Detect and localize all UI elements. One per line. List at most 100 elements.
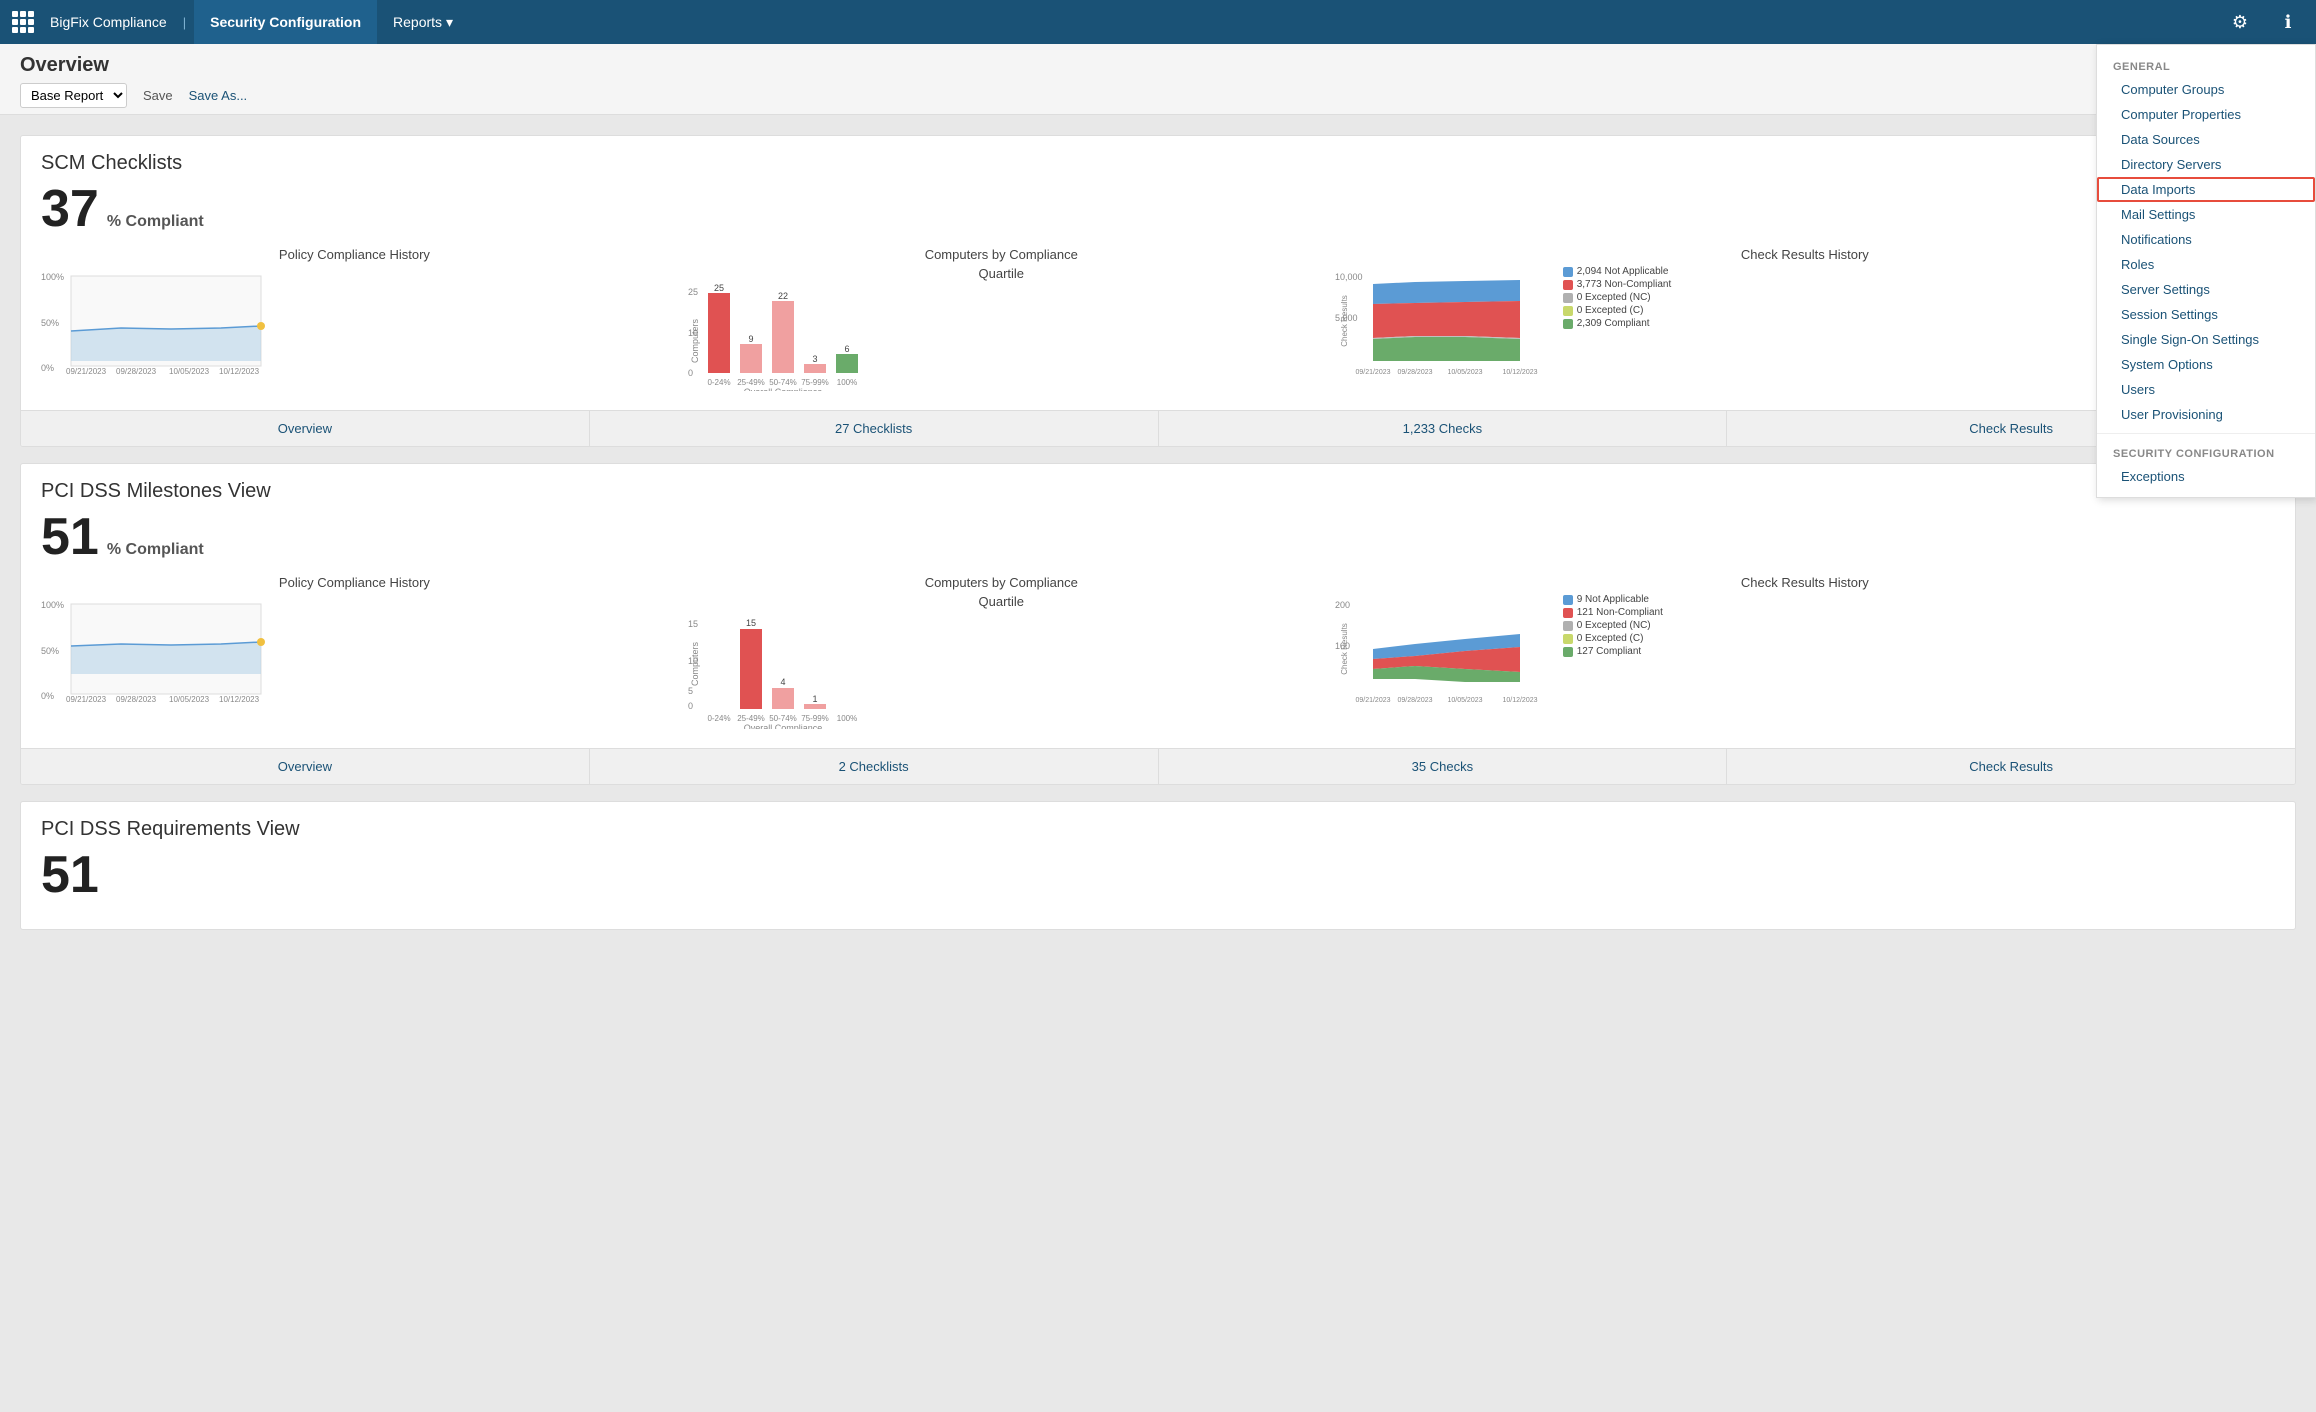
legend-non-compliant: 3,773 Non-Compliant (1563, 279, 1683, 290)
scm-results-svg: 10,000 5,000 (1335, 266, 1555, 376)
nav-section-label[interactable]: Security Configuration (194, 0, 377, 44)
svg-text:50%: 50% (41, 646, 59, 656)
reports-label: Reports (393, 14, 442, 30)
pci-legend-na: 9 Not Applicable (1563, 594, 1683, 605)
menu-system-options[interactable]: System Options (2097, 352, 2315, 377)
pci-legend-dot-na (1563, 595, 1573, 605)
svg-text:22: 22 (778, 291, 788, 301)
svg-text:50-74%: 50-74% (769, 714, 797, 723)
scm-footer-overview[interactable]: Overview (21, 411, 590, 446)
pci-dss-number: 51 (41, 511, 99, 563)
svg-text:9: 9 (748, 334, 753, 344)
svg-text:0: 0 (688, 701, 693, 711)
menu-session-settings[interactable]: Session Settings (2097, 302, 2315, 327)
save-button[interactable]: Save (135, 85, 181, 106)
pci-legend-ec: 0 Excepted (C) (1563, 633, 1683, 644)
svg-text:100%: 100% (837, 378, 857, 387)
menu-roles[interactable]: Roles (2097, 252, 2315, 277)
pci-dss-charts-row: Policy Compliance History 100% 50% 0% 09… (41, 575, 2275, 732)
menu-data-imports[interactable]: Data Imports (2097, 177, 2315, 202)
pci-footer-checks[interactable]: 35 Checks (1159, 749, 1728, 784)
menu-user-provisioning[interactable]: User Provisioning (2097, 402, 2315, 427)
svg-text:Check Results: Check Results (1340, 623, 1349, 675)
legend-compliant: 2,309 Compliant (1563, 318, 1683, 329)
pci-legend-c: 127 Compliant (1563, 646, 1683, 657)
pci-req-card-title: PCI DSS Requirements View (41, 818, 2275, 841)
pci-legend-enc: 0 Excepted (NC) (1563, 620, 1683, 631)
svg-text:09/28/2023: 09/28/2023 (116, 367, 157, 376)
pci-dss-card-title: PCI DSS Milestones View (41, 480, 2275, 503)
pci-footer-checklists[interactable]: 2 Checklists (590, 749, 1159, 784)
scm-quartile-subtitle: Quartile (688, 266, 1315, 281)
menu-notifications[interactable]: Notifications (2097, 227, 2315, 252)
pci-quartile-title: Computers by Compliance (688, 575, 1315, 590)
content-area: SCM Checklists 37 % Compliant Policy Com… (0, 115, 2316, 1412)
scm-policy-chart: Policy Compliance History 100% 50% 0% (41, 247, 668, 379)
svg-text:15: 15 (688, 619, 698, 629)
svg-text:100%: 100% (41, 272, 64, 282)
svg-text:09/21/2023: 09/21/2023 (1355, 369, 1390, 376)
pci-policy-svg: 100% 50% 0% 09/21/2023 09/28/2023 10/05/… (41, 594, 271, 704)
pci-req-card: PCI DSS Requirements View 51 (20, 801, 2296, 930)
menu-mail-settings[interactable]: Mail Settings (2097, 202, 2315, 227)
menu-users[interactable]: Users (2097, 377, 2315, 402)
menu-data-sources[interactable]: Data Sources (2097, 127, 2315, 152)
pci-results-title: Check Results History (1335, 575, 2275, 590)
navbar: BigFix Compliance | Security Configurati… (0, 0, 2316, 44)
scm-footer-checks[interactable]: 1,233 Checks (1159, 411, 1728, 446)
svg-text:6: 6 (844, 344, 849, 354)
scm-checklists-card: SCM Checklists 37 % Compliant Policy Com… (20, 135, 2296, 447)
legend-excepted-c: 0 Excepted (C) (1563, 305, 1683, 316)
svg-text:09/28/2023: 09/28/2023 (1397, 369, 1432, 376)
svg-text:09/21/2023: 09/21/2023 (1355, 697, 1390, 704)
info-icon[interactable]: ℹ (2272, 6, 2304, 38)
pci-footer-results[interactable]: Check Results (1727, 749, 2295, 784)
svg-text:100%: 100% (41, 600, 64, 610)
page-header: Overview Base Report Save Save As... (0, 44, 2316, 115)
pci-dss-card-footer: Overview 2 Checklists 35 Checks Check Re… (21, 748, 2295, 784)
pci-quartile-svg: 15 10 5 0 15 (688, 609, 888, 729)
svg-text:10/05/2023: 10/05/2023 (169, 695, 210, 704)
menu-server-settings[interactable]: Server Settings (2097, 277, 2315, 302)
scm-policy-svg: 100% 50% 0% 09/21/2023 0 (41, 266, 271, 376)
menu-computer-properties[interactable]: Computer Properties (2097, 115, 2315, 127)
pci-legend: 9 Not Applicable 121 Non-Compliant 0 Exc… (1563, 594, 1683, 657)
menu-directory-servers[interactable]: Directory Servers (2097, 152, 2315, 177)
menu-exceptions[interactable]: Exceptions (2097, 464, 2315, 489)
legend-dot-c (1563, 319, 1573, 329)
scm-footer-checklists[interactable]: 27 Checklists (590, 411, 1159, 446)
nav-divider: | (183, 15, 186, 30)
scm-stat: 37 % Compliant (41, 183, 2275, 235)
svg-text:09/28/2023: 09/28/2023 (1397, 697, 1432, 704)
svg-text:09/21/2023: 09/21/2023 (66, 695, 107, 704)
svg-text:09/28/2023: 09/28/2023 (116, 695, 157, 704)
svg-text:10/05/2023: 10/05/2023 (169, 367, 210, 376)
svg-text:10/12/2023: 10/12/2023 (1502, 369, 1537, 376)
svg-text:1: 1 (812, 694, 817, 704)
svg-text:0-24%: 0-24% (707, 378, 730, 387)
legend-dot-nc (1563, 280, 1573, 290)
page-title: Overview (20, 54, 2296, 77)
pci-dss-card-body: PCI DSS Milestones View 51 % Compliant P… (21, 464, 2295, 748)
base-report-select[interactable]: Base Report (20, 83, 127, 108)
pci-req-card-body: PCI DSS Requirements View 51 (21, 802, 2295, 929)
scm-quartile-title: Computers by Compliance (688, 247, 1315, 262)
svg-text:0: 0 (688, 368, 693, 378)
pci-legend-dot-ec (1563, 634, 1573, 644)
reports-dropdown[interactable]: Reports ▾ (377, 0, 469, 44)
menu-sso-settings[interactable]: Single Sign-On Settings (2097, 327, 2315, 352)
pci-policy-chart: Policy Compliance History 100% 50% 0% 09… (41, 575, 668, 707)
pci-results-chart: Check Results History 200 100 09/21/2023 (1335, 575, 2275, 704)
navbar-right: ⚙ ℹ (2224, 6, 2304, 38)
settings-icon[interactable]: ⚙ (2224, 6, 2256, 38)
svg-text:5: 5 (688, 686, 693, 696)
pci-req-number: 51 (41, 849, 99, 901)
brand-label[interactable]: BigFix Compliance (50, 14, 167, 30)
legend-dot-na (1563, 267, 1573, 277)
grid-menu-icon[interactable] (12, 11, 34, 33)
pci-footer-overview[interactable]: Overview (21, 749, 590, 784)
reports-caret: ▾ (446, 14, 453, 31)
svg-text:10/05/2023: 10/05/2023 (1447, 697, 1482, 704)
legend-excepted-nc: 0 Excepted (NC) (1563, 292, 1683, 303)
save-as-button[interactable]: Save As... (189, 88, 248, 103)
